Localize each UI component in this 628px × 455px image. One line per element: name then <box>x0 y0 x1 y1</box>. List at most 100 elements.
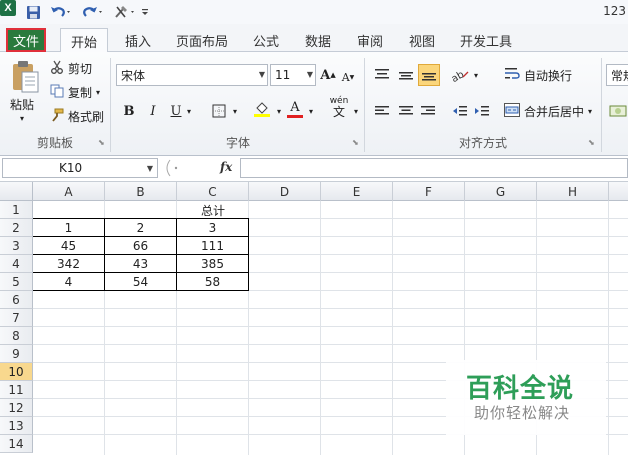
name-box-dropdown-icon[interactable]: ▼ <box>147 164 153 173</box>
cell-c1[interactable]: 总计 <box>177 201 249 219</box>
tab-page-layout[interactable]: 页面布局 <box>170 28 234 52</box>
align-bottom-button[interactable] <box>418 64 440 86</box>
grow-font-button[interactable]: A ▲ <box>320 64 336 86</box>
paste-dropdown-icon[interactable]: ▾ <box>20 114 24 123</box>
column-header-d[interactable]: D <box>249 182 321 201</box>
customize-icon[interactable] <box>140 3 150 21</box>
column-header-g[interactable]: G <box>465 182 537 201</box>
column-header-e[interactable]: E <box>321 182 393 201</box>
row-header-11[interactable]: 11 <box>0 381 33 399</box>
row-header-9[interactable]: 9 <box>0 345 33 363</box>
cell-a4[interactable]: 342 <box>33 255 105 273</box>
increase-indent-button[interactable] <box>472 100 492 122</box>
cell-b5[interactable]: 54 <box>105 273 177 291</box>
cell-a5[interactable]: 4 <box>33 273 105 291</box>
align-right-button[interactable] <box>418 100 438 122</box>
copy-dropdown-icon[interactable]: ▾ <box>96 88 100 97</box>
column-header-c[interactable]: C <box>177 182 249 201</box>
align-center-button[interactable] <box>396 100 416 122</box>
merge-center-dropdown-icon[interactable]: ▾ <box>588 107 592 116</box>
row-header-4[interactable]: 4 <box>0 255 33 273</box>
row-header-2[interactable]: 2 <box>0 219 33 237</box>
phonetic-char: 文 <box>332 105 345 119</box>
redo-icon[interactable] <box>80 3 106 21</box>
font-color-button[interactable]: A <box>286 98 304 120</box>
row-header-8[interactable]: 8 <box>0 327 33 345</box>
cell-b2[interactable]: 2 <box>105 219 177 237</box>
row-header-3[interactable]: 3 <box>0 237 33 255</box>
row-header-13[interactable]: 13 <box>0 417 33 435</box>
row-header-12[interactable]: 12 <box>0 399 33 417</box>
select-all-corner[interactable] <box>0 182 33 201</box>
orientation-dropdown-icon[interactable]: ▾ <box>472 64 480 86</box>
tab-data[interactable]: 数据 <box>298 28 338 52</box>
paste-button[interactable]: 粘贴 <box>10 96 34 113</box>
tab-formulas[interactable]: 公式 <box>246 28 286 52</box>
column-header-a[interactable]: A <box>33 182 105 201</box>
tab-home[interactable]: 开始 <box>60 28 108 53</box>
accounting-format-button[interactable] <box>608 100 628 122</box>
accounting-icon <box>609 105 627 117</box>
alignment-launcher-icon[interactable]: ⬊ <box>588 138 595 147</box>
row-header-6[interactable]: 6 <box>0 291 33 309</box>
name-box[interactable]: K10 ▼ <box>2 158 158 178</box>
font-name-combo[interactable]: 宋体 ▼ <box>116 64 268 86</box>
bold-button[interactable]: B <box>120 100 138 122</box>
cut-button[interactable]: 剪切 <box>50 60 92 77</box>
decrease-indent-button[interactable] <box>450 100 470 122</box>
undo-icon[interactable] <box>48 3 74 21</box>
tab-developer[interactable]: 开发工具 <box>454 28 518 52</box>
border-dropdown-icon[interactable]: ▾ <box>230 100 240 122</box>
cell-b4[interactable]: 43 <box>105 255 177 273</box>
font-size-dropdown-icon[interactable]: ▼ <box>307 70 313 79</box>
orientation-button[interactable]: ab <box>450 64 472 86</box>
cell-b3[interactable]: 66 <box>105 237 177 255</box>
tab-file[interactable]: 文件 <box>6 28 46 52</box>
number-format-combo[interactable]: 常规 <box>606 64 628 86</box>
cell-a2[interactable]: 1 <box>33 219 105 237</box>
cell-c5[interactable]: 58 <box>177 273 249 291</box>
phonetic-button[interactable]: wén 文 <box>326 96 352 118</box>
cell-c4[interactable]: 385 <box>177 255 249 273</box>
font-color-dropdown-icon[interactable]: ▾ <box>306 100 316 122</box>
row-header-14[interactable]: 14 <box>0 435 33 453</box>
font-name-dropdown-icon[interactable]: ▼ <box>259 70 265 79</box>
save-icon[interactable] <box>24 3 42 21</box>
underline-dropdown-icon[interactable]: ▾ <box>184 100 194 122</box>
fill-color-button[interactable] <box>252 98 272 120</box>
italic-button[interactable]: I <box>144 100 162 122</box>
phonetic-dropdown-icon[interactable]: ▾ <box>352 100 360 122</box>
insert-function-icon[interactable]: fx <box>220 160 232 174</box>
font-size-combo[interactable]: 11 ▼ <box>270 64 316 86</box>
copy-button[interactable]: 复制 ▾ <box>50 84 100 101</box>
column-header-h[interactable]: H <box>537 182 609 201</box>
align-top-button[interactable] <box>372 64 392 86</box>
formula-input[interactable] <box>240 158 628 178</box>
wrap-text-button[interactable]: 自动换行 <box>504 67 572 84</box>
row-header-7[interactable]: 7 <box>0 309 33 327</box>
column-header-f[interactable]: F <box>393 182 465 201</box>
cell-a3[interactable]: 45 <box>33 237 105 255</box>
cell-c2[interactable]: 3 <box>177 219 249 237</box>
tools-icon[interactable] <box>112 3 138 21</box>
column-header-b[interactable]: B <box>105 182 177 201</box>
cell-c3[interactable]: 111 <box>177 237 249 255</box>
paste-icon[interactable] <box>8 56 42 96</box>
tab-view[interactable]: 视图 <box>402 28 442 52</box>
tab-review[interactable]: 审阅 <box>350 28 390 52</box>
align-left-button[interactable] <box>372 100 392 122</box>
format-painter-button[interactable]: 格式刷 <box>50 108 104 125</box>
border-button[interactable] <box>210 100 228 122</box>
row-header-10[interactable]: 10 <box>0 363 33 381</box>
clipboard-launcher-icon[interactable]: ⬊ <box>98 138 105 147</box>
underline-button[interactable]: U <box>168 100 184 122</box>
row-header-5[interactable]: 5 <box>0 273 33 291</box>
fill-color-dropdown-icon[interactable]: ▾ <box>274 100 284 122</box>
align-middle-button[interactable] <box>396 64 416 86</box>
font-launcher-icon[interactable]: ⬊ <box>352 138 359 147</box>
watermark: 百科全说 助你轻松解决 <box>446 360 606 435</box>
merge-center-button[interactable]: 合并后居中 ▾ <box>504 103 592 120</box>
tab-insert[interactable]: 插入 <box>118 28 158 52</box>
shrink-font-button[interactable]: A ▼ <box>340 66 356 88</box>
row-header-1[interactable]: 1 <box>0 201 33 219</box>
